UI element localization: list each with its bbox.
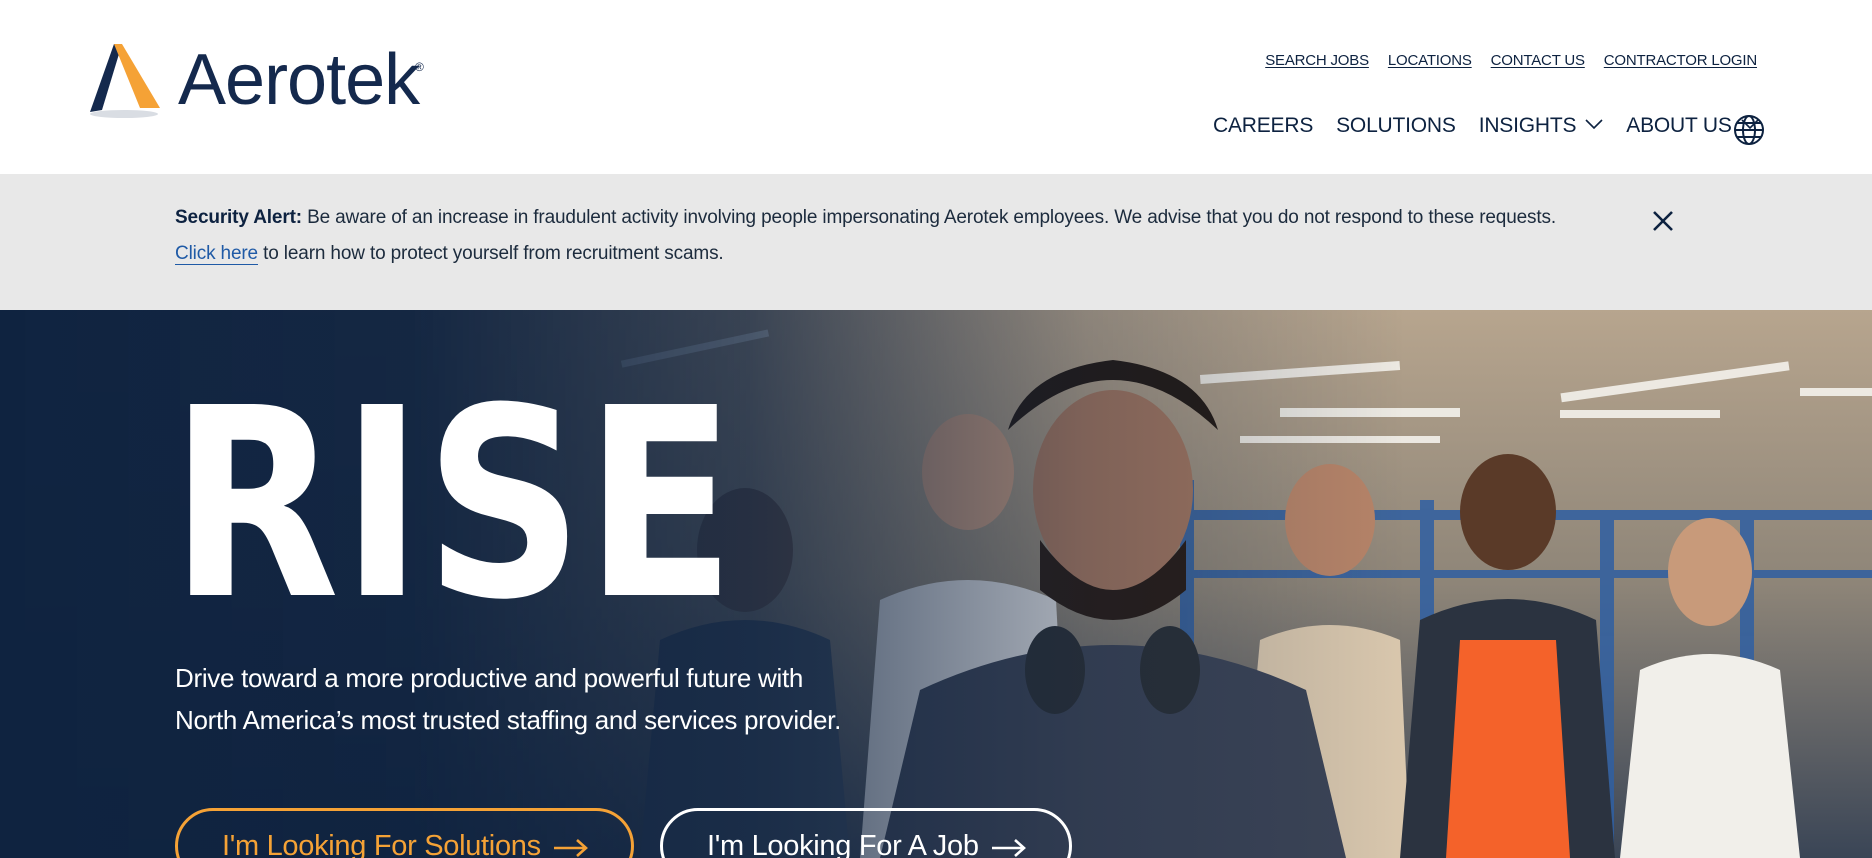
logo-mark-icon — [90, 44, 160, 118]
hero-subtitle-line-1: Drive toward a more productive and power… — [175, 663, 804, 693]
utility-link-contractor-login[interactable]: CONTRACTOR LOGIN — [1604, 52, 1757, 69]
utility-nav: SEARCH JOBS LOCATIONS CONTACT US CONTRAC… — [1265, 52, 1757, 69]
alert-heading: Security Alert: — [175, 207, 302, 228]
hero-title: RISE — [170, 352, 737, 657]
utility-link-contact-us[interactable]: CONTACT US — [1491, 52, 1585, 69]
solutions-cta-label: I'm Looking For Solutions — [222, 829, 541, 858]
site-header: Aerotek ® SEARCH JOBS LOCATIONS CONTACT … — [0, 0, 1872, 174]
chevron-down-icon — [1585, 119, 1603, 129]
solutions-cta-button[interactable]: I'm Looking For Solutions — [175, 808, 634, 858]
nav-item-solutions[interactable]: SOLUTIONS — [1336, 114, 1456, 138]
job-cta-label: I'm Looking For A Job — [707, 829, 979, 858]
main-nav: CAREERS SOLUTIONS INSIGHTS ABOUT US — [1213, 114, 1782, 138]
alert-trailing-text: to learn how to protect yourself from re… — [263, 243, 724, 264]
utility-link-search-jobs[interactable]: SEARCH JOBS — [1265, 52, 1369, 69]
nav-item-label: CAREERS — [1213, 114, 1314, 137]
hero-subtitle: Drive toward a more productive and power… — [175, 657, 875, 741]
aerotek-logo[interactable]: Aerotek ® — [88, 38, 438, 120]
registered-mark: ® — [415, 60, 424, 74]
job-cta-button[interactable]: I'm Looking For A Job — [660, 808, 1072, 858]
arrow-right-icon — [991, 839, 1026, 857]
utility-link-locations[interactable]: LOCATIONS — [1388, 52, 1472, 69]
alert-learn-more-link[interactable]: Click here — [175, 243, 258, 265]
hero-section: RISE Drive toward a more productive and … — [0, 310, 1872, 858]
close-icon[interactable] — [1651, 209, 1675, 233]
alert-message: Security Alert: Be aware of an increase … — [175, 200, 1605, 272]
nav-item-insights[interactable]: INSIGHTS — [1479, 114, 1604, 138]
globe-icon[interactable] — [1733, 114, 1765, 146]
alert-body: Be aware of an increase in fraudulent ac… — [307, 207, 1557, 228]
nav-item-label: ABOUT US — [1626, 114, 1732, 137]
arrow-right-icon — [553, 839, 588, 857]
logo-wordmark: Aerotek — [178, 40, 420, 120]
nav-item-careers[interactable]: CAREERS — [1213, 114, 1313, 138]
hero-subtitle-line-2: North America’s most trusted staffing an… — [175, 705, 842, 735]
security-alert-banner: Security Alert: Be aware of an increase … — [0, 174, 1872, 310]
nav-item-label: INSIGHTS — [1478, 114, 1577, 137]
nav-item-label: SOLUTIONS — [1336, 114, 1456, 137]
